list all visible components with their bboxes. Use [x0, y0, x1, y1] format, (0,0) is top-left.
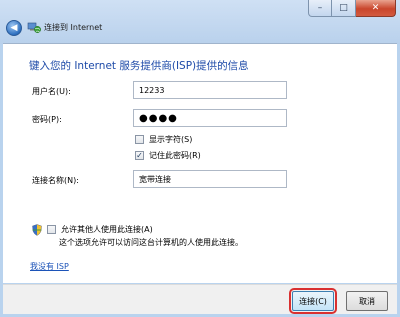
title-bar: – □ ✕ ◀ 连接到 Internet — [0, 0, 400, 44]
allow-others-label: 允许其他人使用此连接(A) — [61, 225, 153, 234]
connect-button[interactable]: 连接(C) — [289, 288, 337, 314]
show-chars-checkbox[interactable] — [135, 135, 144, 144]
uac-shield-icon — [32, 224, 42, 236]
back-arrow-icon[interactable]: ◀ — [6, 20, 22, 36]
connection-name-label: 连接名称(N): — [32, 176, 79, 185]
allow-others-checkbox[interactable] — [47, 225, 56, 234]
close-button[interactable]: ✕ — [356, 0, 396, 17]
bottom-bar: 连接(C) 取消 — [3, 284, 397, 314]
username-input[interactable]: 12233 — [133, 81, 287, 99]
content-pane: 键入您的 Internet 服务提供商(ISP)提供的信息 用户名(U): 12… — [3, 43, 397, 283]
dialog-window: – □ ✕ ◀ 连接到 Internet 键入您的 Internet 服务提供商… — [0, 0, 400, 317]
password-label: 密码(P): — [32, 115, 62, 124]
remember-password-row[interactable]: ✓ 记住此密码(R) — [135, 150, 201, 161]
page-heading: 键入您的 Internet 服务提供商(ISP)提供的信息 — [29, 60, 249, 72]
connection-name-input[interactable]: 宽带连接 — [133, 170, 287, 188]
network-globe-icon — [27, 22, 41, 33]
allow-others-note: 这个选项允许可以访问这台计算机的人使用此连接。 — [59, 238, 243, 247]
username-label: 用户名(U): — [32, 87, 71, 96]
no-isp-link[interactable]: 我没有 ISP — [30, 261, 69, 272]
allow-others-row[interactable]: 允许其他人使用此连接(A) — [47, 224, 153, 235]
remember-password-label: 记住此密码(R) — [149, 151, 201, 160]
maximize-button[interactable]: □ — [332, 0, 356, 17]
minimize-button[interactable]: – — [308, 0, 332, 17]
show-chars-label: 显示字符(S) — [149, 135, 193, 144]
window-controls: – □ ✕ — [308, 0, 396, 17]
cancel-button[interactable]: 取消 — [346, 291, 388, 311]
password-input[interactable]: ●●●● — [133, 109, 287, 127]
remember-password-checkbox[interactable]: ✓ — [135, 151, 144, 160]
show-chars-row[interactable]: 显示字符(S) — [135, 134, 192, 145]
window-title: 连接到 Internet — [44, 23, 103, 32]
